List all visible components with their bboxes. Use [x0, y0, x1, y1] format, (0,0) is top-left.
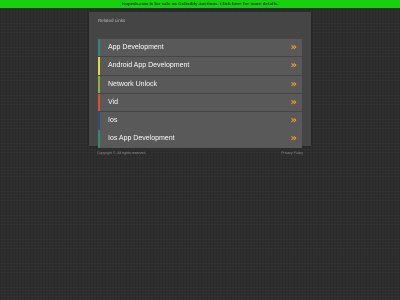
related-link-app-development[interactable]: App Development » [98, 39, 302, 57]
related-link-network-unlock[interactable]: Network Unlock » [98, 75, 302, 93]
related-link-android-app-development[interactable]: Android App Development » [98, 57, 302, 75]
link-label: Network Unlock [108, 80, 158, 88]
double-chevron-right-icon: » [290, 42, 297, 53]
double-chevron-right-icon: » [290, 78, 297, 90]
link-label: Ios [108, 117, 118, 125]
sale-banner-link[interactable]: isupesh.com is for sale on GoDaddy Aucti… [122, 1, 279, 6]
related-link-ios[interactable]: Ios » [98, 112, 302, 130]
sale-banner[interactable]: isupesh.com is for sale on GoDaddy Aucti… [0, 0, 400, 8]
double-chevron-right-icon: » [290, 60, 297, 72]
related-links-panel: Related Links App Development » Android … [89, 12, 311, 149]
panel-title: Related Links [98, 18, 126, 23]
related-link-ios-app-development[interactable]: Ios App Development » [98, 130, 302, 148]
double-chevron-right-icon: » [290, 96, 297, 108]
link-label: Android App Development [108, 62, 190, 70]
privacy-policy-link[interactable]: Privacy Policy [281, 151, 303, 155]
related-links-list: App Development » Android App Developmen… [98, 39, 302, 149]
link-label: App Development [108, 44, 164, 51]
page: isupesh.com is for sale on GoDaddy Aucti… [0, 0, 400, 300]
link-label: Vid [108, 98, 118, 106]
copyright-text: Copyright ©. All rights reserved. [97, 151, 147, 155]
related-link-vid[interactable]: Vid » [98, 93, 302, 112]
double-chevron-right-icon: » [290, 115, 297, 127]
link-label: Ios App Development [108, 135, 175, 143]
double-chevron-right-icon: » [290, 133, 297, 145]
